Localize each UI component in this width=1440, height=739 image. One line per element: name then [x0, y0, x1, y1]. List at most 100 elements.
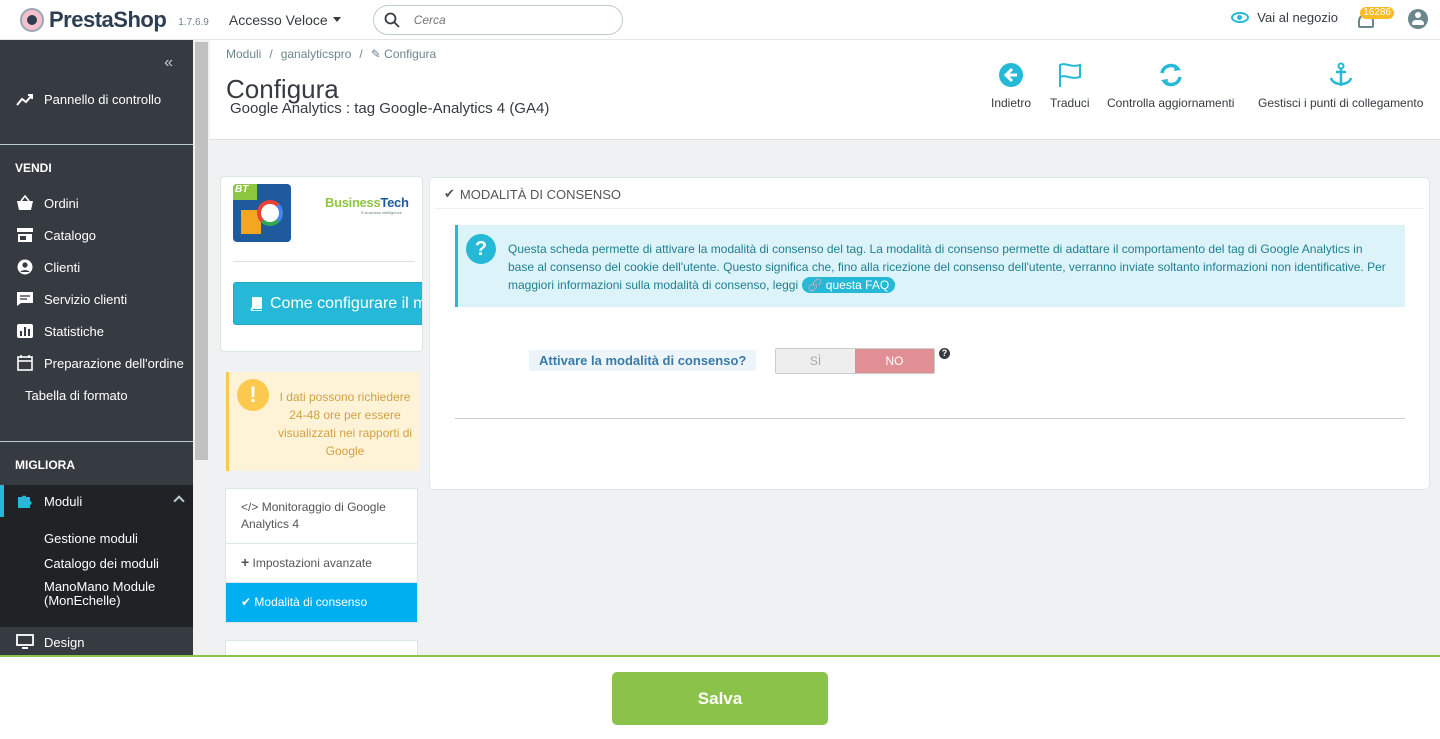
- faq-link[interactable]: 🔗 questa FAQ: [801, 277, 896, 293]
- save-button[interactable]: Salva: [612, 672, 828, 725]
- link-icon: 🔗: [807, 278, 823, 292]
- translate-label: Traduci: [1050, 96, 1090, 110]
- check-icon: ✔: [241, 595, 252, 609]
- businesstech-logo: BusinessTech: [325, 195, 409, 210]
- toggle-yes-option[interactable]: SÌ: [776, 349, 855, 373]
- sidebar-item-catalog[interactable]: Catalogo: [16, 227, 96, 243]
- trending-up-icon: [16, 93, 33, 106]
- breadcrumb-module[interactable]: ganalyticspro: [281, 47, 352, 61]
- brand-part-a: Business: [325, 195, 381, 210]
- quick-access-dropdown[interactable]: Accesso Veloce: [229, 12, 341, 28]
- prestashop-logo[interactable]: PrestaShop: [20, 6, 167, 33]
- sidebar-item-stats[interactable]: Statistiche: [16, 323, 104, 339]
- save-footer: Salva: [0, 655, 1440, 739]
- sidebar-scrollbar[interactable]: [193, 40, 210, 655]
- breadcrumb-current: ✎ Configura: [371, 47, 436, 61]
- consent-question-label: Attivare la modalità di consenso?: [529, 350, 757, 371]
- chat-icon: [17, 292, 33, 306]
- anchor-icon: [1329, 62, 1352, 86]
- page-toolbar: Moduli / ganalyticspro / ✎ Configura Con…: [210, 40, 1440, 140]
- sidebar-item-customers[interactable]: Clienti: [16, 259, 80, 275]
- exclamation-icon: !: [237, 379, 269, 411]
- collapse-sidebar-icon[interactable]: «: [164, 54, 173, 72]
- panel-heading-label: MODALITÀ DI CONSENSO: [459, 186, 621, 202]
- eye-icon: [1231, 12, 1250, 23]
- page-subtitle: Google Analytics : tag Google-Analytics …: [230, 100, 550, 117]
- breadcrumb-separator: /: [269, 47, 273, 61]
- question-icon: ?: [466, 234, 496, 264]
- sidebar-item-orders[interactable]: Ordini: [16, 195, 79, 211]
- scrollbar-thumb[interactable]: [195, 42, 208, 460]
- flag-icon: [1058, 63, 1081, 87]
- puffin-logo-icon: [20, 7, 44, 32]
- top-header: PrestaShop 1.7.6.9 Accesso Veloce Vai al…: [0, 0, 1440, 40]
- panel-heading: ✔ MODALITÀ DI CONSENSO: [444, 186, 621, 202]
- manage-hooks-label: Gestisci i punti di collegamento: [1258, 96, 1424, 110]
- sidebar-subitem-manomano[interactable]: ManoMano Module (MonEchelle): [44, 580, 174, 608]
- search-box[interactable]: [372, 4, 623, 35]
- translate-button[interactable]: Traduci: [1050, 62, 1090, 110]
- help-icon[interactable]: ?: [939, 348, 950, 359]
- book-icon: [250, 296, 262, 311]
- section-title-sell: VENDI: [15, 161, 52, 175]
- logo-text: PrestaShop: [49, 6, 167, 32]
- account-circle-icon: [17, 259, 33, 275]
- faq-link-label: questa FAQ: [825, 278, 890, 292]
- sidebar-item-label: Pannello di controllo: [44, 92, 162, 107]
- back-button[interactable]: Indietro: [991, 62, 1031, 110]
- section-title-improve: MIGLIORA: [15, 458, 75, 472]
- sidebar-item-label: Clienti: [44, 259, 81, 275]
- sidebar-divider: [0, 441, 193, 442]
- search-input[interactable]: [413, 12, 604, 27]
- sidebar-item-label: Moduli: [44, 493, 83, 509]
- panel-heading-divider: [434, 208, 1424, 209]
- sidebar-subitem-module-manager[interactable]: Gestione moduli: [44, 531, 138, 546]
- manage-hooks-button[interactable]: Gestisci i punti di collegamento: [1258, 62, 1423, 110]
- module-logo-badge: BT: [233, 184, 257, 200]
- info-message: Questa scheda permette di attivare la mo…: [508, 242, 1386, 292]
- sidebar-item-label: Design: [44, 634, 85, 650]
- tab-label: Monitoraggio di Google Analytics 4: [241, 500, 386, 531]
- user-account-icon[interactable]: [1408, 9, 1428, 29]
- check-icon: ✔: [444, 186, 455, 201]
- tab-advanced-settings[interactable]: + Impostazioni avanzate: [226, 544, 417, 583]
- sidebar-item-label: Servizio clienti: [44, 291, 128, 307]
- form-divider: [455, 418, 1405, 419]
- view-shop-label: Vai al negozio: [1257, 10, 1338, 25]
- view-shop-link[interactable]: Vai al negozio: [1231, 10, 1338, 25]
- search-icon: [384, 12, 400, 28]
- sidebar-item-modules[interactable]: Moduli: [0, 485, 193, 517]
- back-label: Indietro: [991, 96, 1032, 110]
- refresh-icon: [1159, 63, 1182, 87]
- google-g-icon: [257, 200, 283, 226]
- how-to-configure-label: Come configurare il mo: [270, 294, 423, 312]
- sidebar-item-order-prep[interactable]: Preparazione dell'ordine: [16, 355, 184, 371]
- how-to-configure-button[interactable]: Come configurare il mo: [233, 282, 423, 325]
- info-alert: ? Questa scheda permette di attivare la …: [455, 225, 1405, 307]
- breadcrumb-modules[interactable]: Moduli: [226, 47, 261, 61]
- sidebar-item-dashboard[interactable]: Pannello di controllo: [16, 92, 161, 107]
- sidebar-item-label: Statistiche: [44, 323, 104, 339]
- sidebar-divider: [0, 144, 193, 145]
- breadcrumb: Moduli / ganalyticspro / ✎ Configura: [226, 47, 436, 61]
- sidebar-subitem-module-catalog[interactable]: Catalogo dei moduli: [44, 556, 159, 571]
- module-logo: BT: [233, 184, 291, 242]
- businesstech-tagline: E-business intelligence: [361, 210, 402, 215]
- sidebar-item-format-table[interactable]: Tabella di formato: [25, 388, 128, 403]
- sidebar-item-label: Preparazione dell'ordine: [44, 355, 184, 371]
- notification-badge: 16286: [1360, 7, 1394, 19]
- sidebar-item-customer-service[interactable]: Servizio clienti: [16, 291, 127, 307]
- toggle-no-option[interactable]: NO: [855, 349, 934, 373]
- puzzle-icon: [18, 495, 32, 508]
- tab-label: Impostazioni avanzate: [252, 556, 372, 570]
- tab-consent-mode[interactable]: ✔ Modalità di consenso: [226, 583, 417, 622]
- sidebar-item-design[interactable]: Design: [16, 634, 84, 650]
- quick-access-label: Accesso Veloce: [228, 11, 328, 28]
- info-text: Questa scheda permette di attivare la mo…: [508, 240, 1388, 294]
- sidebar-item-label: Ordini: [44, 195, 79, 211]
- chevron-up-icon: [173, 495, 185, 507]
- consent-mode-toggle[interactable]: SÌ NO: [775, 348, 935, 374]
- tab-ga4-tracking[interactable]: </> Monitoraggio di Google Analytics 4: [226, 489, 417, 544]
- check-updates-button[interactable]: Controlla aggiornamenti: [1107, 62, 1234, 110]
- consent-mode-panel: ✔ MODALITÀ DI CONSENSO ? Questa scheda p…: [429, 177, 1430, 490]
